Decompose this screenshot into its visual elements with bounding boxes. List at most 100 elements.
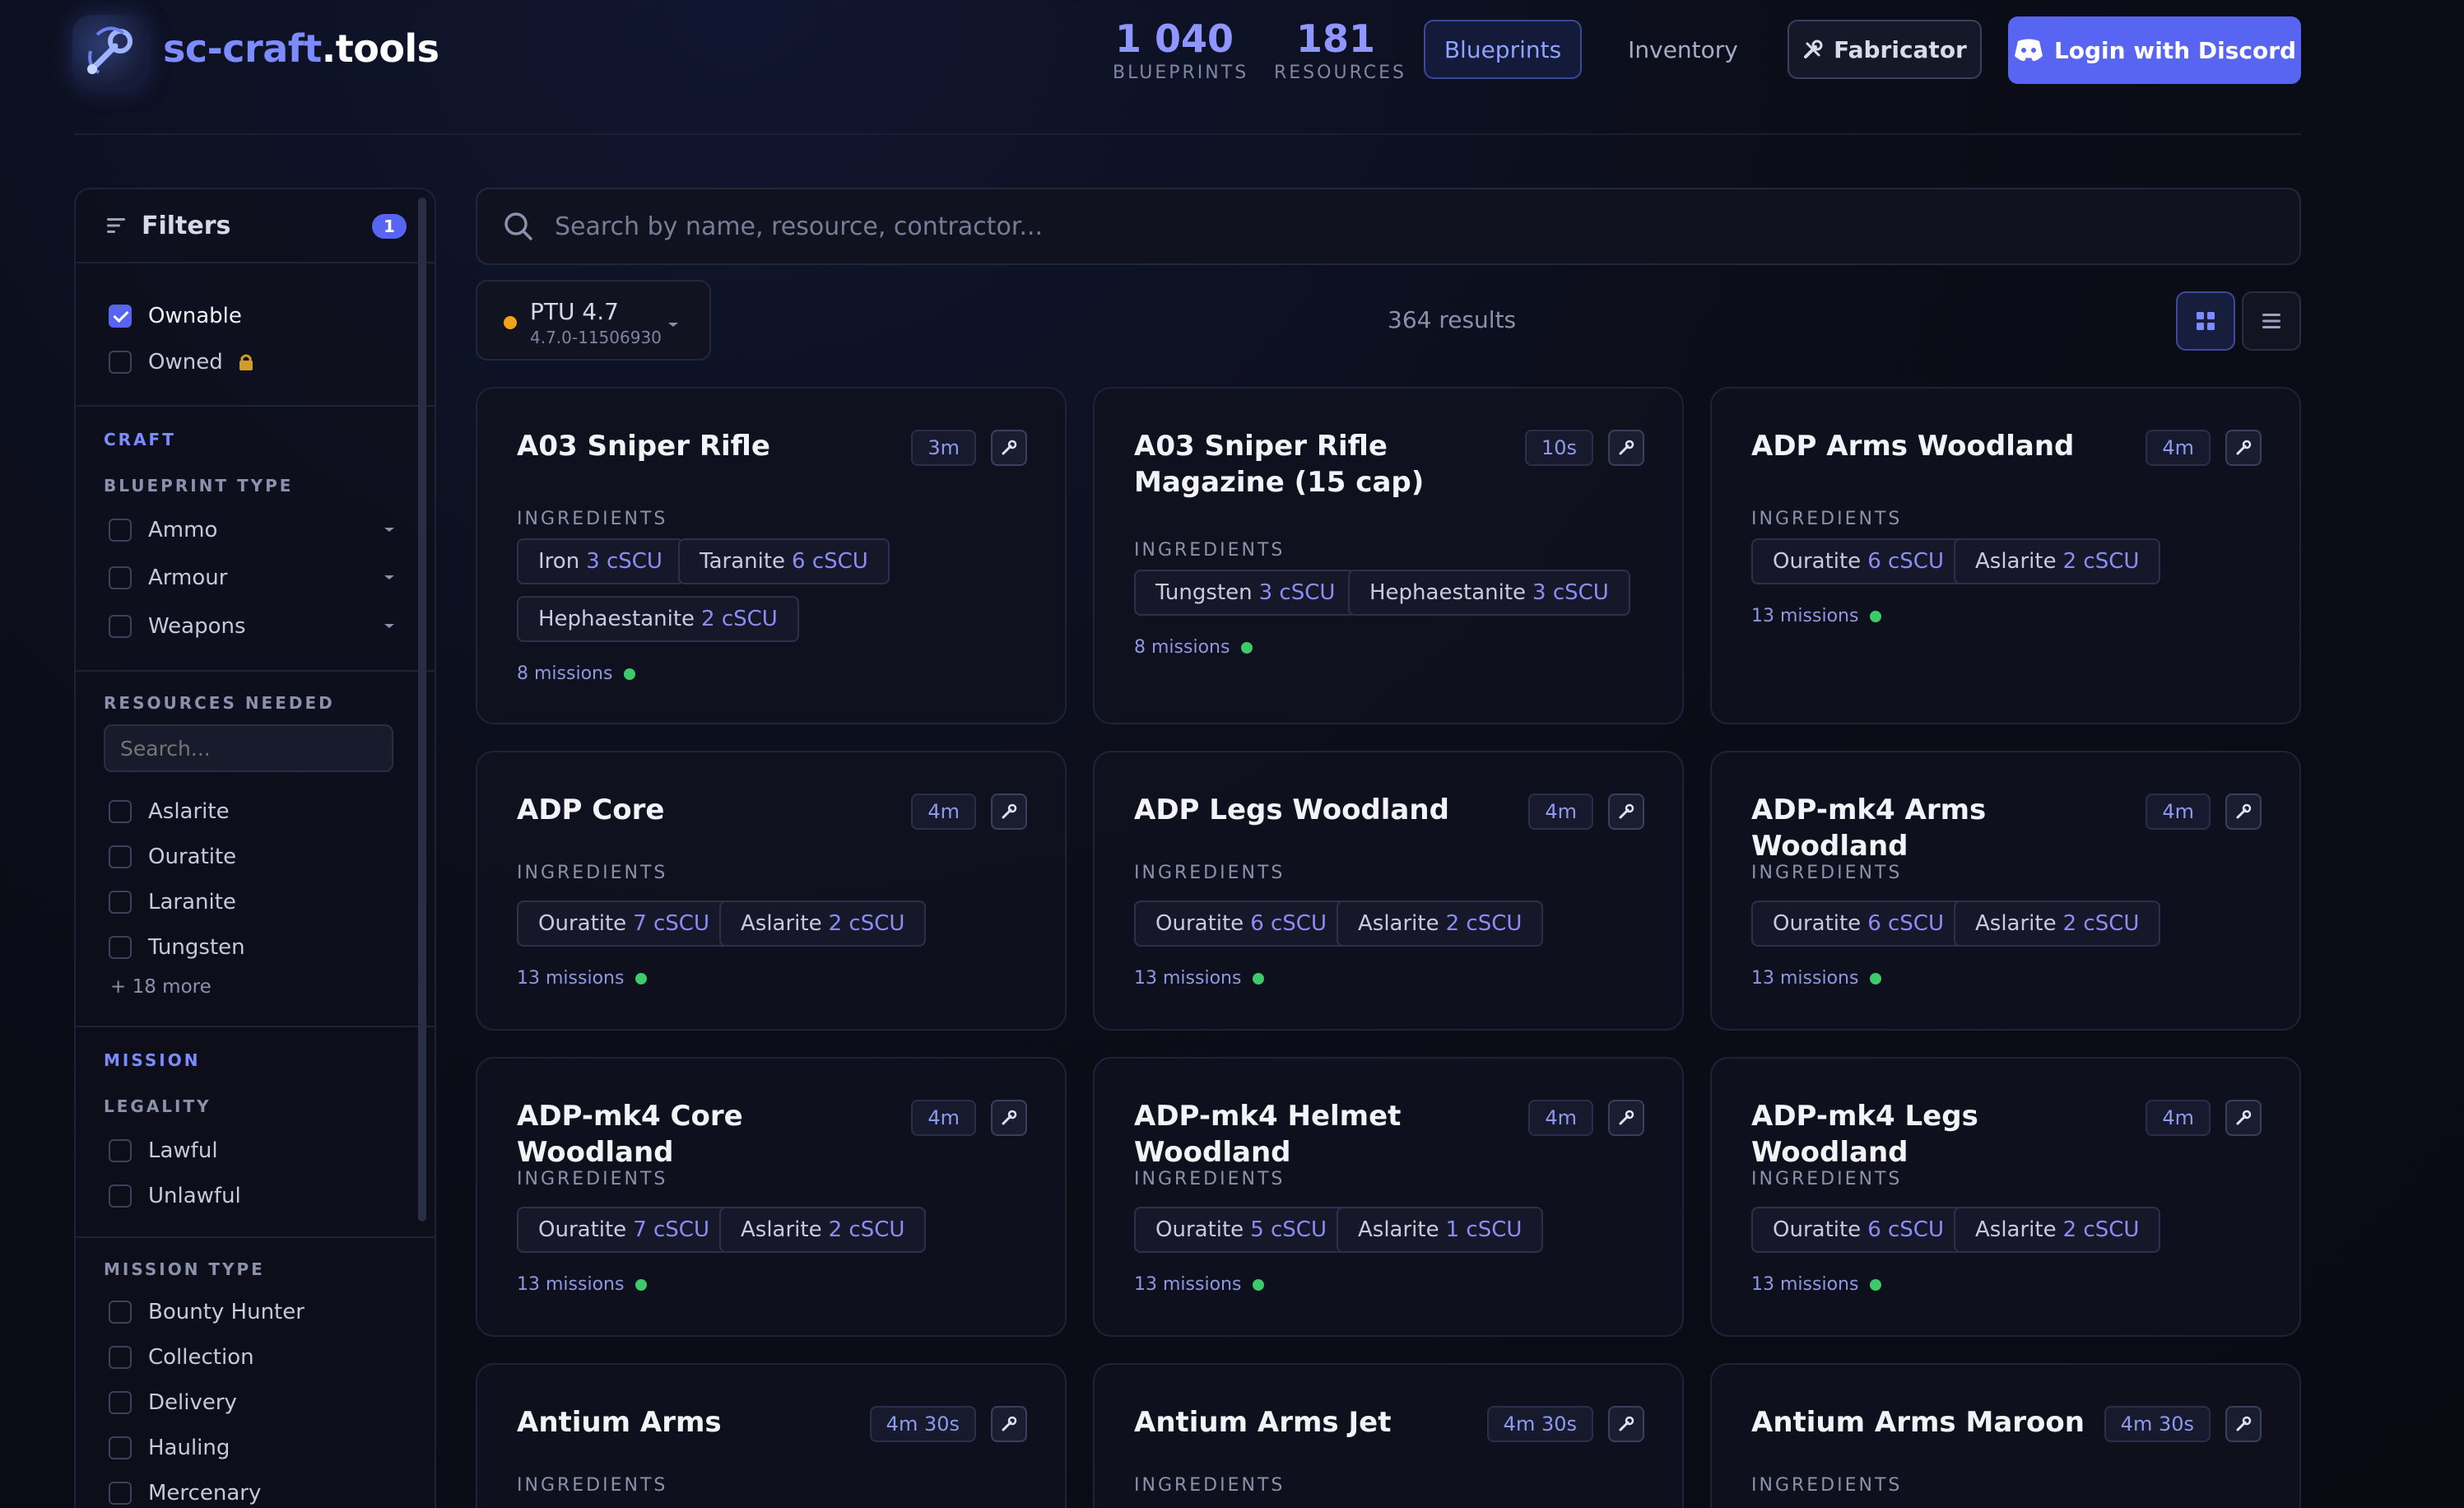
ingredient-chip[interactable]: Ouratite 5 cSCU <box>1134 1207 1348 1253</box>
craft-button[interactable] <box>2225 1100 2262 1136</box>
filter-owned[interactable]: Owned <box>109 346 254 379</box>
craft-button[interactable] <box>2225 1406 2262 1442</box>
missions-link[interactable]: 13 missions <box>1134 1274 1265 1295</box>
filter-weapons[interactable]: Weapons <box>109 610 398 643</box>
filter-ownable[interactable]: Ownable <box>109 300 242 333</box>
filter-resource[interactable]: Laranite <box>109 886 236 919</box>
missions-link[interactable]: 13 missions <box>1134 968 1265 989</box>
missions-link[interactable]: 13 missions <box>517 1274 648 1295</box>
missions-link[interactable]: 13 missions <box>517 968 648 989</box>
blueprint-search-bar[interactable]: Search by name, resource, contractor... <box>476 188 2301 265</box>
nav-inventory[interactable]: Inventory <box>1613 20 1753 79</box>
grid-view-button[interactable] <box>2176 291 2235 351</box>
login-discord-button[interactable]: Login with Discord <box>2008 16 2301 84</box>
resource-search-input[interactable] <box>104 724 393 772</box>
fabricator-button[interactable]: Fabricator <box>1788 20 1982 79</box>
nav-blueprints[interactable]: Blueprints <box>1424 20 1582 79</box>
missions-link[interactable]: 13 missions <box>1751 1274 1882 1295</box>
ingredient-chip[interactable]: Aslarite 2 cSCU <box>1954 1207 2161 1253</box>
ingredient-chip[interactable]: Ouratite 7 cSCU <box>517 901 731 947</box>
sidebar-scrollbar[interactable] <box>418 198 426 1222</box>
filter-mission-type[interactable]: Delivery <box>109 1386 237 1419</box>
lawful-checkbox[interactable] <box>109 1139 132 1162</box>
filter-unlawful[interactable]: Unlawful <box>109 1180 241 1212</box>
ingredient-chip[interactable]: Aslarite 2 cSCU <box>719 901 927 947</box>
blueprint-card[interactable]: A03 Sniper Rifle 3m INGREDIENTS Iron 3 cS… <box>476 387 1067 724</box>
blueprint-card[interactable]: A03 Sniper Rifle Magazine (15 cap) 10s I… <box>1093 387 1684 724</box>
ingredient-chip[interactable]: Aslarite 2 cSCU <box>719 1207 927 1253</box>
ingredient-chip[interactable]: Aslarite 2 cSCU <box>1954 901 2161 947</box>
craft-button[interactable] <box>1608 1406 1644 1442</box>
ingredient-chip[interactable]: Ouratite 6 cSCU <box>1751 1207 1965 1253</box>
blueprint-card[interactable]: Antium Arms Maroon 4m 30s INGREDIENTS <box>1710 1363 2301 1508</box>
weapons-checkbox[interactable] <box>109 615 132 638</box>
mission-type-checkbox[interactable] <box>109 1301 132 1324</box>
filter-mission-type[interactable]: Hauling <box>109 1431 230 1464</box>
version-select[interactable]: PTU 4.7 4.7.0-11506930 <box>476 280 711 361</box>
craft-button[interactable] <box>991 430 1027 466</box>
search-input[interactable]: Search by name, resource, contractor... <box>555 212 1043 241</box>
ingredient-chip[interactable]: Ouratite 6 cSCU <box>1751 901 1965 947</box>
unlawful-checkbox[interactable] <box>109 1185 132 1208</box>
ingredient-chip[interactable]: Ouratite 7 cSCU <box>517 1207 731 1253</box>
craft-button[interactable] <box>991 1100 1027 1136</box>
blueprint-card[interactable]: ADP-mk4 Helmet Woodland 4m INGREDIENTS O… <box>1093 1057 1684 1337</box>
card-title[interactable]: ADP Legs Woodland <box>1134 792 1513 828</box>
ingredient-chip[interactable]: Iron 3 cSCU <box>517 538 684 584</box>
filter-lawful[interactable]: Lawful <box>109 1134 218 1167</box>
chevron-down-icon[interactable] <box>380 568 398 586</box>
filters-header[interactable]: Filters 1 <box>76 189 435 263</box>
craft-button[interactable] <box>2225 430 2262 466</box>
craft-button[interactable] <box>991 794 1027 830</box>
ammo-checkbox[interactable] <box>109 519 132 542</box>
missions-link[interactable]: 8 missions <box>517 663 636 684</box>
chevron-down-icon[interactable] <box>380 617 398 635</box>
filter-mission-type[interactable]: Mercenary <box>109 1477 261 1508</box>
resource-checkbox[interactable] <box>109 800 132 823</box>
missions-link[interactable]: 13 missions <box>1751 606 1882 626</box>
filter-mission-type[interactable]: Collection <box>109 1341 254 1374</box>
blueprint-card[interactable]: ADP-mk4 Arms Woodland 4m INGREDIENTS Our… <box>1710 751 2301 1031</box>
card-title[interactable]: A03 Sniper Rifle Magazine (15 cap) <box>1134 428 1513 500</box>
mission-type-checkbox[interactable] <box>109 1482 132 1505</box>
filter-mission-type[interactable]: Bounty Hunter <box>109 1296 305 1329</box>
blueprint-card[interactable]: ADP-mk4 Legs Woodland 4m INGREDIENTS Our… <box>1710 1057 2301 1337</box>
card-title[interactable]: ADP Core <box>517 792 895 828</box>
armour-checkbox[interactable] <box>109 566 132 589</box>
craft-button[interactable] <box>1608 1100 1644 1136</box>
craft-button[interactable] <box>2225 794 2262 830</box>
owned-checkbox[interactable] <box>109 351 132 374</box>
card-title[interactable]: ADP-mk4 Helmet Woodland <box>1134 1098 1513 1171</box>
card-title[interactable]: Antium Arms <box>517 1404 895 1441</box>
show-more-resources-link[interactable]: + 18 more <box>110 976 212 998</box>
craft-button[interactable] <box>1608 794 1644 830</box>
ingredient-chip[interactable]: Aslarite 2 cSCU <box>1954 538 2161 584</box>
mission-type-checkbox[interactable] <box>109 1391 132 1414</box>
card-title[interactable]: Antium Arms Maroon <box>1751 1404 2130 1441</box>
ingredient-chip[interactable]: Ouratite 6 cSCU <box>1134 901 1348 947</box>
wrench-logo-icon[interactable] <box>72 15 146 89</box>
filter-ammo[interactable]: Ammo <box>109 514 398 547</box>
blueprint-card[interactable]: Antium Arms 4m 30s INGREDIENTS <box>476 1363 1067 1508</box>
card-title[interactable]: ADP-mk4 Arms Woodland <box>1751 792 2130 864</box>
card-title[interactable]: A03 Sniper Rifle <box>517 428 895 464</box>
blueprint-card[interactable]: ADP-mk4 Core Woodland 4m INGREDIENTS Our… <box>476 1057 1067 1337</box>
ingredient-chip[interactable]: Tungsten 3 cSCU <box>1134 570 1357 616</box>
craft-button[interactable] <box>1608 430 1644 466</box>
ingredient-chip[interactable]: Aslarite 1 cSCU <box>1337 1207 1544 1253</box>
filter-resource[interactable]: Tungsten <box>109 931 245 964</box>
filter-resource[interactable]: Aslarite <box>109 795 230 828</box>
ingredient-chip[interactable]: Hephaestanite 2 cSCU <box>517 596 799 642</box>
resource-checkbox[interactable] <box>109 891 132 914</box>
card-title[interactable]: Antium Arms Jet <box>1134 1404 1513 1441</box>
mission-type-checkbox[interactable] <box>109 1436 132 1459</box>
filter-armour[interactable]: Armour <box>109 561 398 594</box>
blueprint-card[interactable]: ADP Arms Woodland 4m INGREDIENTS Ouratit… <box>1710 387 2301 724</box>
ownable-checkbox[interactable] <box>109 305 132 328</box>
filter-resource[interactable]: Ouratite <box>109 840 236 873</box>
ingredient-chip[interactable]: Aslarite 2 cSCU <box>1337 901 1544 947</box>
list-view-button[interactable] <box>2242 291 2301 351</box>
card-title[interactable]: ADP Arms Woodland <box>1751 428 2130 464</box>
ingredient-chip[interactable]: Taranite 6 cSCU <box>678 538 890 584</box>
ingredient-chip[interactable]: Hephaestanite 3 cSCU <box>1348 570 1630 616</box>
